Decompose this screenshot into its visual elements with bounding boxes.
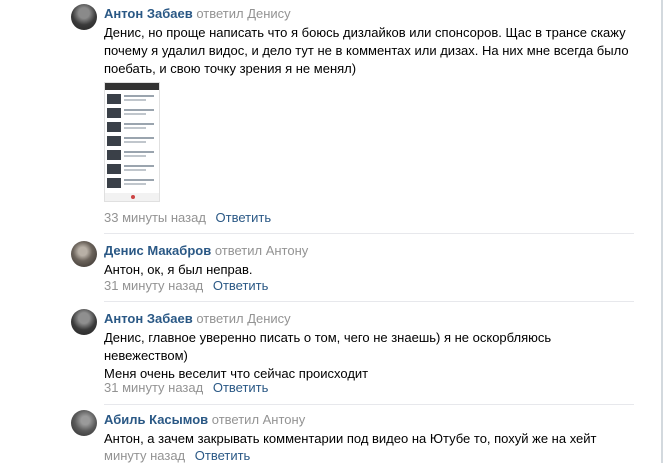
author-name[interactable]: Абиль Касымов: [104, 412, 208, 427]
avatar[interactable]: [71, 241, 97, 267]
reply-link[interactable]: Ответить: [216, 210, 272, 225]
avatar[interactable]: [71, 309, 97, 335]
comment-line: почему я удалил видос, и дело тут не в к…: [104, 43, 629, 58]
comment-text: Денис, но проще написать что я боюсь диз…: [104, 24, 639, 78]
screenshot-row: [107, 107, 159, 119]
reply-link[interactable]: Ответить: [213, 278, 269, 293]
comment-time[interactable]: минуту назад: [104, 448, 185, 463]
reply-link[interactable]: Ответить: [195, 448, 251, 463]
comment-divider: [104, 233, 634, 234]
attached-screenshot[interactable]: [104, 82, 160, 202]
comment-time[interactable]: 31 минуту назад: [104, 278, 203, 293]
replied-to[interactable]: ответил Денису: [196, 6, 290, 21]
comment-header: Абиль Касымов ответил Антону: [104, 412, 305, 427]
comment-line: невежеством): [104, 348, 188, 363]
author-name[interactable]: Антон Забаев: [104, 6, 193, 21]
comment-line: Антон, а зачем закрывать комментарии под…: [104, 431, 597, 446]
comment-text: Денис, главное уверенно писать о том, че…: [104, 329, 639, 383]
comment-meta: 31 минуту назад Ответить: [104, 278, 268, 293]
comment-header: Антон Забаев ответил Денису: [104, 6, 291, 21]
screenshot-row: [107, 149, 159, 161]
reply-link[interactable]: Ответить: [213, 380, 269, 395]
replied-to[interactable]: ответил Антону: [212, 412, 305, 427]
comment-text: Антон, а зачем закрывать комментарии под…: [104, 430, 639, 448]
replied-to[interactable]: ответил Денису: [196, 311, 290, 326]
comment-time[interactable]: 33 минуты назад: [104, 210, 206, 225]
avatar[interactable]: [71, 4, 97, 30]
screenshot-row: [107, 163, 159, 175]
replied-to[interactable]: ответил Антону: [215, 243, 308, 258]
screenshot-row: [107, 135, 159, 147]
comment-line: поебать, и свою точку зрения я не менял): [104, 61, 357, 76]
comment-line: Денис, главное уверенно писать о том, че…: [104, 330, 552, 345]
comment-header: Денис Макабров ответил Антону: [104, 243, 308, 258]
comment-meta: 31 минуту назад Ответить: [104, 380, 268, 395]
comment-meta: 33 минуты назад Ответить: [104, 210, 271, 225]
screenshot-row: [107, 93, 159, 105]
comment-text: Антон, ок, я был неправ.: [104, 261, 639, 279]
author-name[interactable]: Денис Макабров: [104, 243, 211, 258]
avatar[interactable]: [71, 410, 97, 436]
comment-header: Антон Забаев ответил Денису: [104, 311, 291, 326]
screenshot-row: [107, 121, 159, 133]
comment-meta: минуту назад Ответить: [104, 448, 250, 463]
screenshot-row: [107, 177, 159, 189]
comment-divider: [104, 301, 634, 302]
comment-line: Денис, но проще написать что я боюсь диз…: [104, 25, 626, 40]
comment-time[interactable]: 31 минуту назад: [104, 380, 203, 395]
comment-line: Антон, ок, я был неправ.: [104, 262, 253, 277]
screenshot-footer: [105, 193, 159, 201]
comment-divider: [104, 404, 634, 405]
screenshot-topbar: [105, 83, 159, 90]
author-name[interactable]: Антон Забаев: [104, 311, 193, 326]
